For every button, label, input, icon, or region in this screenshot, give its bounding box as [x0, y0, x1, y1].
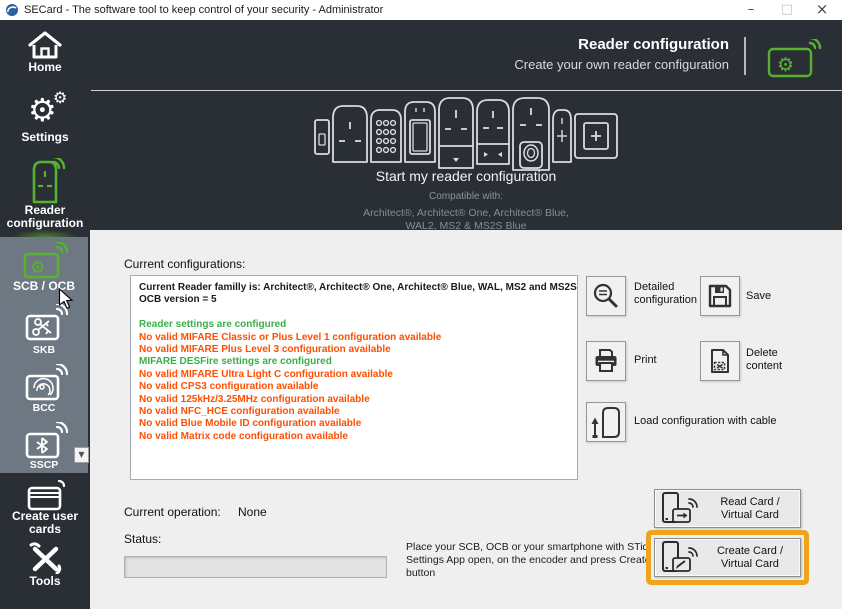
config-line: No valid Blue Mobile ID configuration av… — [139, 418, 569, 430]
read-card-label-line1: Read Card / — [700, 496, 800, 509]
config-line — [139, 307, 569, 319]
svg-text:⚙: ⚙ — [777, 54, 794, 76]
header-divider-line — [91, 90, 842, 91]
config-line: No valid Matrix code configuration avail… — [139, 431, 569, 443]
config-line: OCB version = 5 — [139, 294, 569, 306]
panel-scroll-down-button[interactable]: ▼ — [74, 447, 89, 463]
sidebar-item-tools[interactable]: Tools — [0, 575, 90, 588]
reader-devices-illustration — [314, 96, 618, 172]
sidebar-item-scb-ocb[interactable]: SCB / OCB — [0, 280, 88, 293]
read-card-button[interactable]: Read Card / Virtual Card — [654, 489, 801, 528]
create-card-label-line2: Virtual Card — [700, 558, 800, 571]
svg-text:⚙: ⚙ — [30, 258, 45, 278]
config-line: Reader settings are configured — [139, 319, 569, 331]
sidebar-item-reader-configuration[interactable]: Reader configuration — [0, 204, 90, 230]
tools-icon — [28, 542, 62, 574]
print-button[interactable] — [586, 341, 626, 381]
config-line: No valid NFC_HCE configuration available — [139, 406, 569, 418]
header-vertical-divider — [744, 37, 746, 75]
create-user-cards-icon — [26, 478, 68, 512]
load-cable-icon — [588, 404, 624, 440]
status-progress-bar — [124, 556, 387, 578]
print-label: Print — [634, 354, 657, 367]
read-card-label-line2: Virtual Card — [700, 509, 800, 522]
compatible-with-label: Compatible with: — [90, 191, 842, 202]
minimize-button[interactable]: – — [736, 0, 766, 20]
create-card-icon — [660, 541, 700, 575]
read-card-icon — [660, 492, 700, 526]
mouse-cursor — [58, 288, 74, 310]
create-card-label-line1: Create Card / — [700, 545, 800, 558]
page-subtitle: Create your own reader configuration — [420, 57, 729, 72]
save-label: Save — [746, 290, 771, 303]
window-title: SECard - The software tool to keep contr… — [24, 4, 383, 16]
delete-document-icon — [707, 348, 733, 374]
page-header: Reader configuration Create your own rea… — [420, 36, 729, 72]
hero-text-block: Start my reader configuration Compatible… — [90, 168, 842, 233]
sscp-icon — [24, 422, 68, 460]
config-line: No valid CPS3 configuration available — [139, 381, 569, 393]
config-line: No valid MIFARE Plus Level 3 configurati… — [139, 344, 569, 356]
detailed-configuration-button[interactable] — [586, 276, 626, 316]
sidebar-item-home[interactable]: Home — [0, 61, 90, 74]
encoder-instructions: Place your SCB, OCB or your smartphone w… — [406, 541, 676, 580]
magnifier-icon — [592, 282, 620, 310]
sidebar-item-settings[interactable]: Settings — [0, 131, 90, 144]
configuration-summary-box: Current Reader familly is: Architect®, A… — [130, 275, 578, 480]
title-bar: SECard - The software tool to keep contr… — [0, 0, 842, 20]
compatible-families-line1: Architect®, Architect® One, Architect® B… — [90, 207, 842, 220]
sidebar-item-skb[interactable]: SKB — [0, 344, 88, 357]
instruction-line2: Settings App open, on the encoder and pr… — [406, 554, 676, 580]
load-configuration-button[interactable] — [586, 402, 626, 442]
reader-configuration-icon — [30, 158, 68, 204]
config-line: No valid MIFARE Ultra Light C configurat… — [139, 369, 569, 381]
config-line: Current Reader familly is: Architect®, A… — [139, 282, 569, 294]
maximize-button[interactable]: □ — [772, 0, 802, 20]
current-operation-label: Current operation: — [124, 505, 221, 519]
save-icon — [707, 283, 733, 309]
load-configuration-label: Load configuration with cable — [634, 415, 842, 428]
status-label: Status: — [124, 532, 161, 546]
scb-ocb-icon: ⚙ — [22, 242, 68, 280]
sidebar-item-create-user-cards[interactable]: Create user cards — [0, 510, 90, 536]
home-icon — [27, 30, 63, 60]
reader-config-header-icon: ⚙ — [766, 39, 822, 79]
current-configurations-label: Current configurations: — [124, 257, 245, 271]
printer-icon — [593, 348, 619, 374]
compatible-families-line2: WAL2, MS2 & MS2S Blue — [90, 220, 842, 233]
current-operation-value: None — [238, 505, 267, 519]
page-title: Reader configuration — [420, 36, 729, 53]
save-button[interactable] — [700, 276, 740, 316]
sidebar-item-bcc[interactable]: BCC — [0, 402, 88, 415]
delete-content-button[interactable] — [700, 341, 740, 381]
app-icon — [5, 3, 19, 17]
delete-content-label: Delete content — [746, 347, 800, 373]
close-button[interactable]: × — [807, 0, 837, 20]
instruction-line1: Place your SCB, OCB or your smartphone w… — [406, 541, 676, 554]
bcc-icon — [24, 364, 68, 402]
config-line: No valid MIFARE Classic or Plus Level 1 … — [139, 332, 569, 344]
config-line: No valid 125kHz/3.25MHz configuration av… — [139, 394, 569, 406]
settings-small-gear-icon: ⚙ — [53, 90, 67, 106]
config-line: MIFARE DESFire settings are configured — [139, 356, 569, 368]
create-card-button[interactable]: Create Card / Virtual Card — [654, 538, 801, 577]
start-reader-configuration-label: Start my reader configuration — [90, 168, 842, 184]
